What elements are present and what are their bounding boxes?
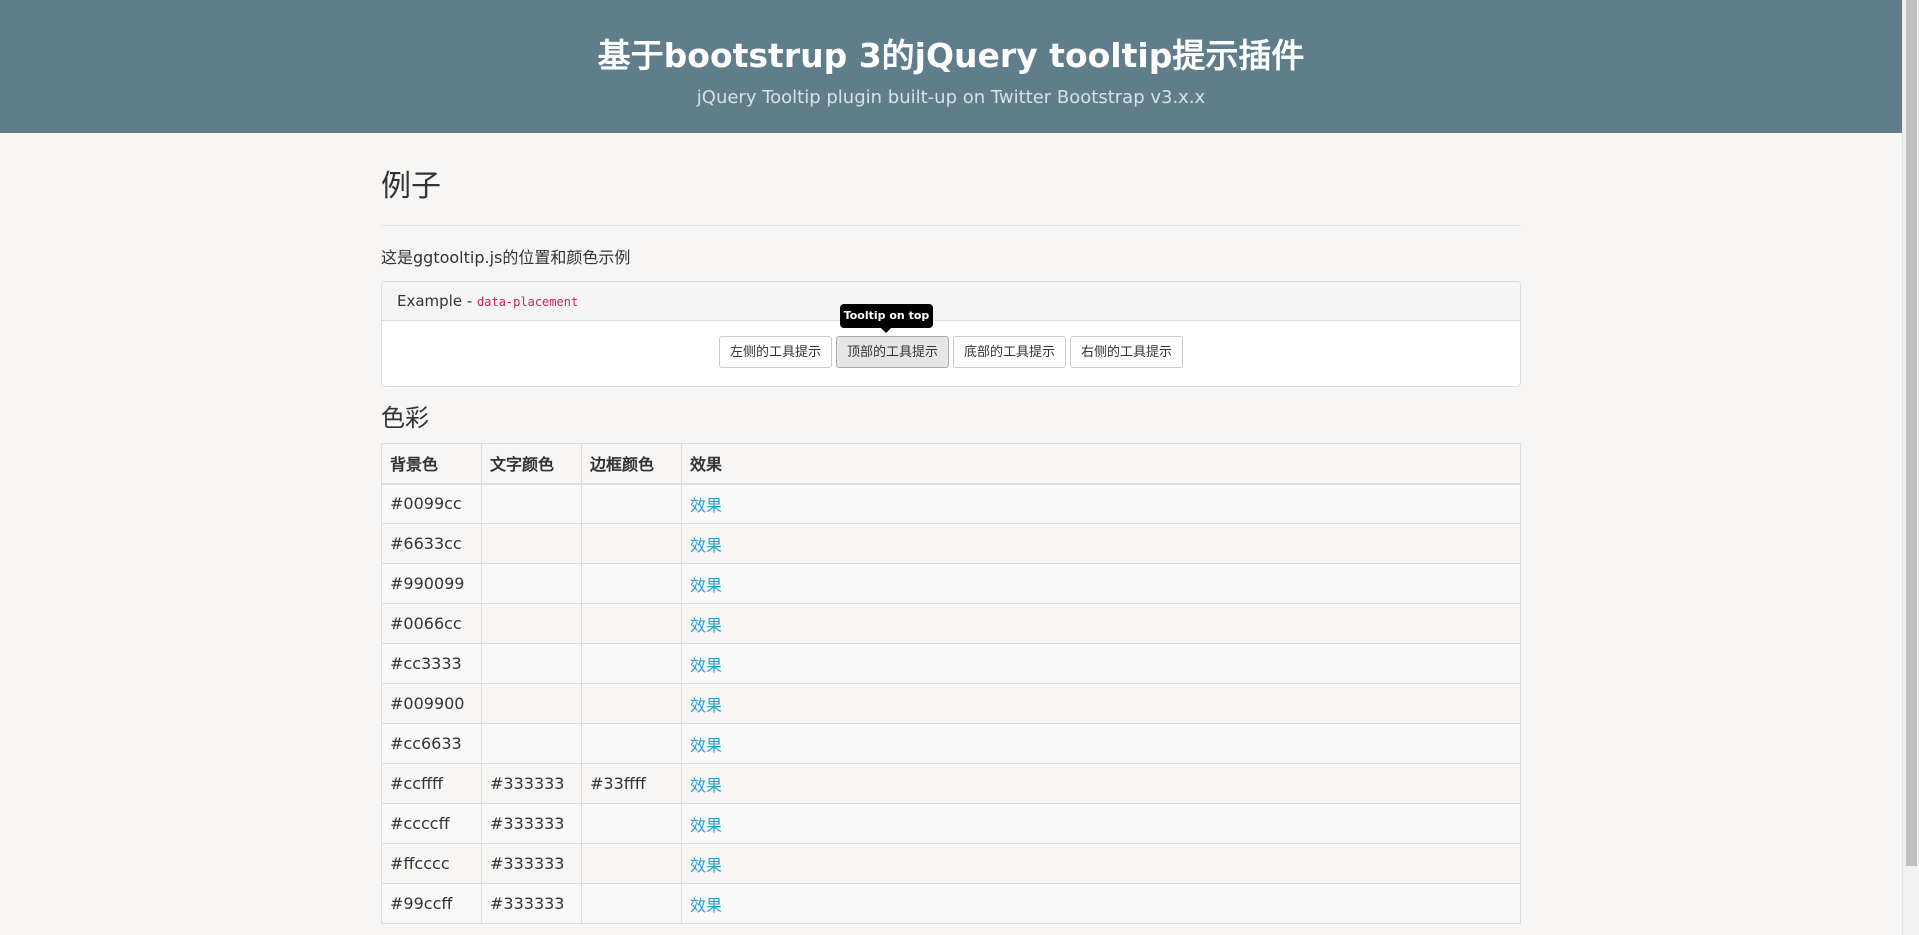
effect-link[interactable]: 效果 [690, 736, 722, 755]
column-header-effect: 效果 [681, 443, 1521, 485]
cell-bg-color: #990099 [381, 563, 482, 604]
cell-effect: 效果 [681, 883, 1521, 924]
cell-bg-color: #99ccff [381, 883, 482, 924]
cell-text-color [481, 723, 582, 764]
cell-effect: 效果 [681, 643, 1521, 684]
cell-effect: 效果 [681, 483, 1521, 524]
button-group: 左侧的工具提示 顶部的工具提示 底部的工具提示 右侧的工具提示 [382, 336, 1520, 368]
cell-effect: 效果 [681, 683, 1521, 724]
table-row: #6633cc 效果 [381, 523, 1521, 564]
table-row: #99ccff #333333 效果 [381, 883, 1521, 924]
page-title: 例子 [381, 169, 441, 204]
cell-bg-color: #ffcccc [381, 843, 482, 884]
vertical-scrollbar[interactable] [1902, 0, 1919, 935]
cell-bg-color: #cc3333 [381, 643, 482, 684]
table-row: #ccccff #333333 效果 [381, 803, 1521, 844]
column-header-border-color: 边框颜色 [581, 443, 682, 485]
tooltip-left-button[interactable]: 左侧的工具提示 [718, 336, 832, 368]
cell-text-color [481, 603, 582, 644]
cell-border-color [581, 603, 682, 644]
panel-heading: Example - data-placement [382, 282, 1520, 321]
tooltip-right-button[interactable]: 右侧的工具提示 [1070, 336, 1184, 368]
title-divider [381, 225, 1521, 226]
cell-effect: 效果 [681, 763, 1521, 804]
effect-link[interactable]: 效果 [690, 536, 722, 555]
cell-effect: 效果 [681, 523, 1521, 564]
cell-border-color [581, 483, 682, 524]
table-body: #0099cc 效果 #6633cc 效果 #990099 效果 #0066cc 效果 #cc3… [381, 483, 1521, 924]
table-row: #0066cc 效果 [381, 603, 1521, 644]
example-panel: Example - data-placement 左侧的工具提示 顶部的工具提示… [381, 281, 1521, 387]
tooltip-popup: Tooltip on top [840, 304, 933, 333]
cell-bg-color: #ccffff [381, 763, 482, 804]
cell-bg-color: #0099cc [381, 483, 482, 524]
page-viewport: 基于bootstrup 3的jQuery tooltip提示插件 jQuery … [0, 0, 1919, 935]
cell-effect: 效果 [681, 563, 1521, 604]
effect-link[interactable]: 效果 [690, 776, 722, 795]
table-row: #0099cc 效果 [381, 483, 1521, 524]
cell-text-color [481, 683, 582, 724]
cell-text-color [481, 523, 582, 564]
scrollbar-thumb[interactable] [1906, 0, 1917, 866]
cell-text-color [481, 483, 582, 524]
effect-link[interactable]: 效果 [690, 696, 722, 715]
column-header-bg: 背景色 [381, 443, 482, 485]
cell-effect: 效果 [681, 723, 1521, 764]
table-row: #ffcccc #333333 效果 [381, 843, 1521, 884]
table-row: #009900 效果 [381, 683, 1521, 724]
intro-text: 这是ggtooltip.js的位置和颜色示例 [381, 248, 631, 267]
cell-text-color: #333333 [481, 883, 582, 924]
cell-bg-color: #009900 [381, 683, 482, 724]
table-header-row: 背景色 文字颜色 边框颜色 效果 [381, 443, 1521, 485]
cell-bg-color: #0066cc [381, 603, 482, 644]
effect-link[interactable]: 效果 [690, 496, 722, 515]
effect-link[interactable]: 效果 [690, 816, 722, 835]
panel-heading-label: Example - [397, 292, 478, 310]
table-row: #cc6633 效果 [381, 723, 1521, 764]
cell-border-color [581, 803, 682, 844]
table-row: #cc3333 效果 [381, 643, 1521, 684]
cell-border-color [581, 843, 682, 884]
cell-text-color: #333333 [481, 843, 582, 884]
tooltip-top-button[interactable]: 顶部的工具提示 [835, 336, 949, 368]
effect-link[interactable]: 效果 [690, 616, 722, 635]
table-row: #ccffff #333333 #33ffff 效果 [381, 763, 1521, 804]
cell-border-color [581, 563, 682, 604]
cell-effect: 效果 [681, 843, 1521, 884]
effect-link[interactable]: 效果 [690, 856, 722, 875]
tooltip-bottom-button[interactable]: 底部的工具提示 [953, 336, 1067, 368]
cell-effect: 效果 [681, 803, 1521, 844]
cell-text-color: #333333 [481, 803, 582, 844]
column-header-text-color: 文字颜色 [481, 443, 582, 485]
effect-link[interactable]: 效果 [690, 576, 722, 595]
cell-border-color [581, 883, 682, 924]
cell-border-color [581, 723, 682, 764]
panel-heading-code: data-placement [477, 295, 579, 309]
cell-text-color [481, 563, 582, 604]
cell-border-color [581, 643, 682, 684]
cell-effect: 效果 [681, 603, 1521, 644]
cell-border-color: #33ffff [581, 763, 682, 804]
cell-bg-color: #6633cc [381, 523, 482, 564]
colors-table: 背景色 文字颜色 边框颜色 效果 #0099cc 效果 #6633cc 效果 #9900… [381, 443, 1521, 924]
header-subtitle: jQuery Tooltip plugin built-up on Twitte… [696, 87, 1206, 108]
cell-border-color [581, 683, 682, 724]
header-title: 基于bootstrup 3的jQuery tooltip提示插件 [597, 36, 1305, 75]
page-header: 基于bootstrup 3的jQuery tooltip提示插件 jQuery … [0, 0, 1902, 133]
effect-link[interactable]: 效果 [690, 896, 722, 915]
cell-text-color [481, 643, 582, 684]
tooltip-arrow [881, 328, 891, 333]
table-row: #990099 效果 [381, 563, 1521, 604]
effect-link[interactable]: 效果 [690, 656, 722, 675]
cell-text-color: #333333 [481, 763, 582, 804]
cell-bg-color: #cc6633 [381, 723, 482, 764]
cell-border-color [581, 523, 682, 564]
colors-section-title: 色彩 [381, 404, 429, 432]
tooltip-text: Tooltip on top [843, 309, 930, 322]
panel-body: 左侧的工具提示 顶部的工具提示 底部的工具提示 右侧的工具提示 Tooltip … [382, 304, 1520, 385]
cell-bg-color: #ccccff [381, 803, 482, 844]
